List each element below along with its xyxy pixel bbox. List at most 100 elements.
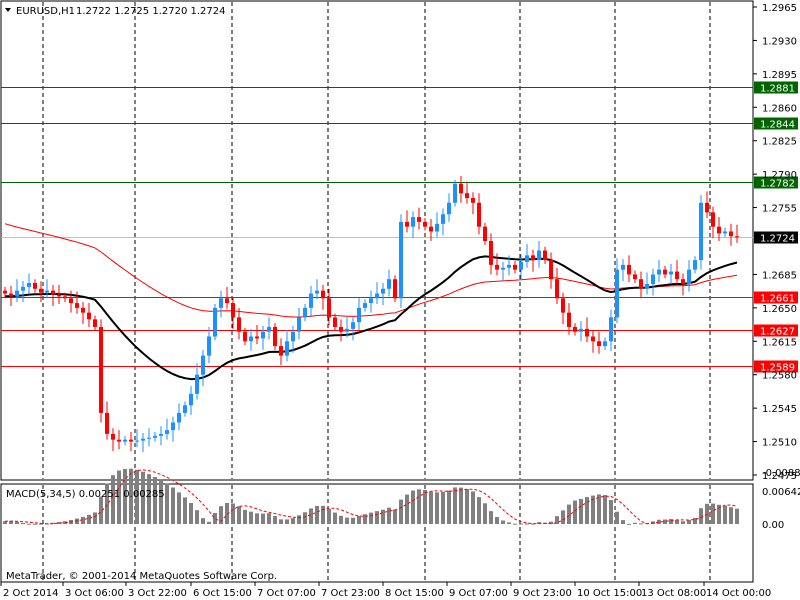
macd-histogram-bar — [417, 489, 421, 524]
bull-candle — [27, 283, 31, 287]
bull-candle — [411, 217, 415, 227]
price-tick-label: 1.2510 — [762, 438, 797, 449]
macd-histogram-bar — [195, 510, 199, 524]
macd-histogram-bar — [561, 510, 565, 524]
bear-candle — [339, 326, 343, 332]
macd-histogram-bar — [381, 509, 385, 524]
bear-candle — [531, 255, 535, 261]
time-tick-label: 14 Oct 00:00 — [706, 588, 771, 599]
macd-histogram-bar — [411, 490, 415, 524]
macd-histogram-bar — [423, 489, 427, 524]
macd-histogram-bar — [327, 508, 331, 524]
bear-candle — [321, 290, 325, 299]
macd-histogram-bar — [615, 511, 619, 524]
macd-histogram-bar — [453, 487, 457, 524]
bear-candle — [735, 236, 739, 238]
macd-tick-label: 0.00642 — [762, 487, 800, 498]
macd-histogram-bar — [513, 523, 517, 525]
macd-histogram-bar — [309, 508, 313, 524]
macd-histogram-bar — [21, 522, 25, 524]
bear-candle — [471, 198, 475, 203]
macd-histogram-bar — [393, 509, 397, 524]
macd-histogram-bar — [723, 505, 727, 524]
price-tick-label: 1.2825 — [762, 137, 797, 148]
macd-histogram-bar — [735, 508, 739, 524]
bear-candle — [81, 307, 85, 313]
bull-candle — [315, 290, 319, 294]
macd-histogram-bar — [345, 517, 349, 524]
macd-histogram-bar — [489, 511, 493, 524]
macd-histogram-bar — [33, 523, 37, 525]
time-tick-label: 9 Oct 07:00 — [449, 588, 508, 599]
bull-candle — [45, 290, 49, 293]
bear-candle — [555, 279, 559, 299]
level-price-label: 1.2724 — [760, 234, 795, 245]
bull-candle — [135, 440, 139, 442]
bull-candle — [303, 307, 307, 318]
time-tick-label: 10 Oct 15:00 — [577, 588, 642, 599]
macd-histogram-bar — [405, 494, 409, 524]
macd-histogram-bar — [315, 505, 319, 524]
bull-candle — [441, 214, 445, 224]
bear-candle — [549, 260, 553, 280]
bear-candle — [489, 241, 493, 265]
price-tick-label: 1.2580 — [762, 371, 797, 382]
macd-histogram-bar — [243, 509, 247, 524]
bear-candle — [573, 326, 577, 332]
bull-candle — [249, 336, 253, 342]
time-tick-label: 7 Oct 07:00 — [257, 588, 316, 599]
bull-candle — [207, 336, 211, 356]
macd-histogram-bar — [519, 523, 523, 525]
bull-candle — [723, 231, 727, 234]
macd-histogram-bar — [447, 490, 451, 524]
bull-candle — [525, 255, 529, 263]
macd-histogram-bar — [249, 511, 253, 524]
bear-candle — [75, 303, 79, 308]
macd-histogram-bar — [201, 518, 205, 524]
macd-histogram-bar — [351, 517, 355, 524]
bull-candle — [357, 307, 361, 323]
bull-candle — [15, 290, 19, 297]
bear-candle — [591, 336, 595, 342]
macd-histogram-bar — [477, 497, 481, 524]
time-tick-label: 6 Oct 15:00 — [193, 588, 252, 599]
bear-candle — [681, 279, 685, 284]
price-tick-label: 1.2755 — [762, 204, 797, 215]
macd-histogram-bar — [207, 521, 211, 524]
bull-candle — [345, 328, 349, 332]
macd-histogram-bar — [687, 520, 691, 524]
price-tick-label: 1.2545 — [762, 404, 797, 415]
bull-candle — [201, 355, 205, 375]
chart-window[interactable]: 1.2881 1.2844 1.2782 1.2724 1.2661 1.2627 1.25… — [0, 0, 800, 600]
bear-candle — [675, 271, 679, 280]
bull-candle — [381, 288, 385, 294]
bull-candle — [603, 341, 607, 347]
bull-candle — [369, 298, 373, 304]
bear-candle — [543, 250, 547, 261]
bear-candle — [393, 279, 397, 299]
bear-candle — [705, 202, 709, 213]
chart-header[interactable]: EURUSD,H1 1.2722 1.2725 1.2720 1.2724 — [5, 6, 226, 17]
chart-canvas[interactable]: 1.28811.28441.27821.27241.26611.26271.25… — [0, 0, 800, 600]
price-tick-label: 1.2895 — [762, 70, 797, 81]
bull-candle — [651, 274, 655, 284]
macd-histogram-bar — [189, 503, 193, 524]
dropdown-triangle-icon[interactable] — [5, 8, 11, 12]
bear-candle — [585, 328, 589, 337]
bull-candle — [615, 269, 619, 318]
bull-candle — [375, 293, 379, 299]
main-pane-frame — [0, 0, 754, 481]
bear-candle — [639, 279, 643, 289]
bear-candle — [717, 226, 721, 234]
bull-candle — [609, 317, 613, 342]
copyright-label: MetaTrader, © 2001-2014 MetaQuotes Softw… — [6, 571, 277, 582]
macd-histogram-bar — [699, 508, 703, 524]
bull-candle — [693, 260, 697, 270]
level-price-label: 1.2627 — [760, 327, 795, 338]
bear-candle — [237, 317, 241, 332]
macd-histogram-bar — [177, 492, 181, 524]
price-tick-label: 1.2790 — [762, 170, 797, 181]
bear-candle — [111, 433, 115, 440]
bull-candle — [351, 322, 355, 329]
macd-histogram-bar — [567, 504, 571, 524]
